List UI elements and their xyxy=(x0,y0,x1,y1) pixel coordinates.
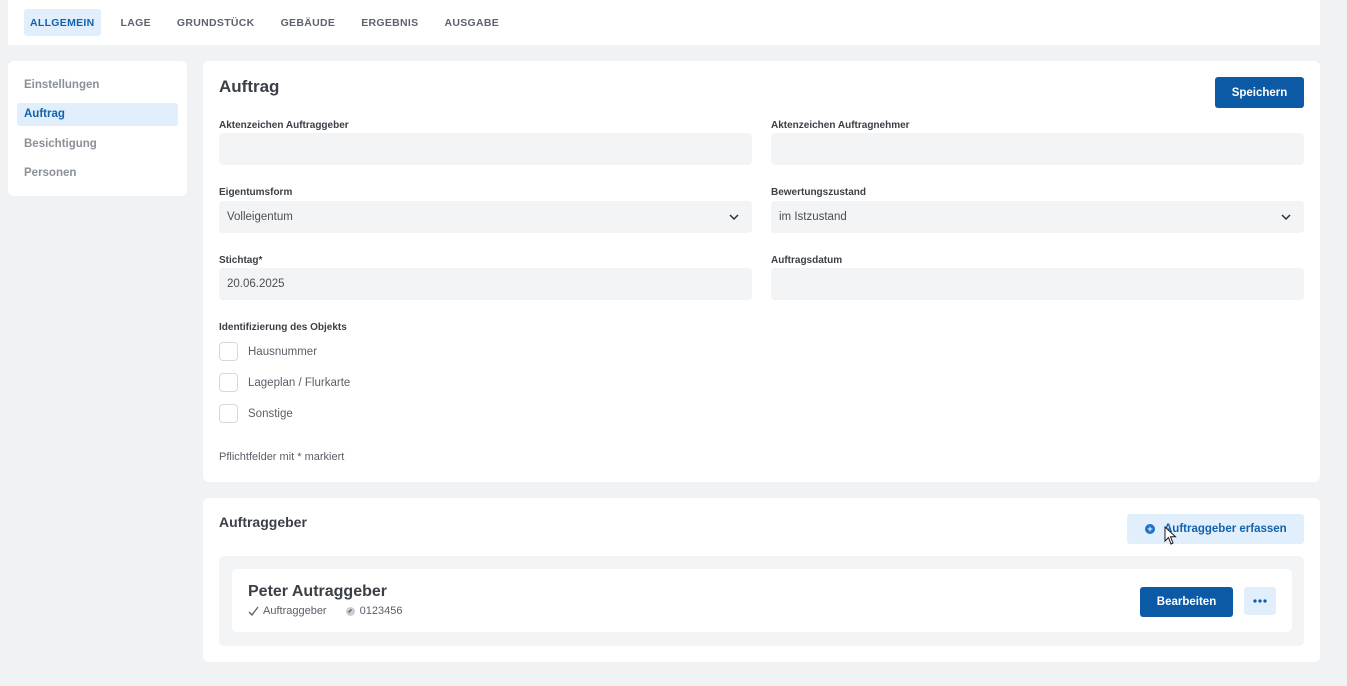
tab-ausgabe[interactable]: AUSGABE xyxy=(438,9,505,36)
eigentumsform-value: Volleigentum xyxy=(227,211,293,223)
list-item: Peter Autraggeber Auftraggeber 0123456 B… xyxy=(232,569,1292,632)
sidebar-item-besichtigung[interactable]: Besichtigung xyxy=(17,132,178,155)
auftraggeber-title: Auftraggeber xyxy=(219,514,307,530)
auftragsdatum-input[interactable] xyxy=(771,268,1304,300)
add-auftraggeber-button[interactable]: + Auftraggeber erfassen xyxy=(1127,514,1304,544)
lageplan-label: Lageplan / Flurkarte xyxy=(248,376,351,389)
bewertungszustand-label: Bewertungszustand xyxy=(771,187,867,198)
stichtag-value: 20.06.2025 xyxy=(227,278,285,290)
checkbox-row-sonstige: Sonstige xyxy=(219,404,293,423)
required-hint: Pflichtfelder mit * markiert xyxy=(219,451,345,463)
identifizierung-label: Identifizierung des Objekts xyxy=(219,322,347,333)
auftraggeber-card: Auftraggeber + Auftraggeber erfassen Pet… xyxy=(203,498,1320,662)
person-meta: Auftraggeber 0123456 xyxy=(248,605,402,617)
bewertungszustand-value: im Istzustand xyxy=(779,211,847,223)
sidebar-item-auftrag[interactable]: Auftrag xyxy=(17,102,178,126)
person-role: Auftraggeber xyxy=(263,605,327,617)
chevron-down-icon xyxy=(1281,214,1291,221)
mouse-cursor-icon xyxy=(1164,526,1177,545)
eigentumsform-select[interactable]: Volleigentum xyxy=(219,201,752,233)
hausnummer-checkbox[interactable] xyxy=(219,342,238,361)
stichtag-input[interactable]: 20.06.2025 xyxy=(219,268,752,300)
aktenzeichen-auftraggeber-input[interactable] xyxy=(219,133,752,165)
aktenzeichen-auftraggeber-label: Aktenzeichen Auftraggeber xyxy=(219,120,349,131)
aktenzeichen-auftragnehmer-label: Aktenzeichen Auftragnehmer xyxy=(771,120,910,131)
edit-button[interactable]: Bearbeiten xyxy=(1140,587,1233,617)
chevron-down-icon xyxy=(729,214,739,221)
checkbox-row-hausnummer: Hausnummer xyxy=(219,342,317,361)
hausnummer-label: Hausnummer xyxy=(248,345,318,358)
save-button[interactable]: Speichern xyxy=(1215,77,1304,108)
lageplan-checkbox[interactable] xyxy=(219,373,238,392)
tab-lage[interactable]: LAGE xyxy=(115,9,157,36)
more-options-button[interactable] xyxy=(1244,587,1276,615)
stichtag-label: Stichtag* xyxy=(219,255,263,266)
auftrag-card: Auftrag Speichern Aktenzeichen Auftragge… xyxy=(203,61,1320,482)
checkmark-icon xyxy=(248,606,259,616)
auftraggeber-list: Peter Autraggeber Auftraggeber 0123456 B… xyxy=(219,556,1304,646)
sonstige-label: Sonstige xyxy=(248,407,293,420)
more-horizontal-icon xyxy=(1253,599,1267,603)
add-auftraggeber-label: Auftraggeber erfassen xyxy=(1164,523,1287,535)
tab-allgemein[interactable]: ALLGEMEIN xyxy=(24,9,101,36)
bewertungszustand-select[interactable]: im Istzustand xyxy=(771,201,1304,233)
tab-grundstueck[interactable]: GRUNDSTÜCK xyxy=(171,9,261,36)
eigentumsform-label: Eigentumsform xyxy=(219,187,293,198)
sidebar-item-einstellungen[interactable]: Einstellungen xyxy=(17,73,178,96)
person-number: 0123456 xyxy=(359,605,403,617)
aktenzeichen-auftragnehmer-input[interactable] xyxy=(771,133,1304,165)
auftragsdatum-label: Auftragsdatum xyxy=(771,255,843,266)
phone-icon xyxy=(345,606,355,616)
plus-circle-icon: + xyxy=(1145,524,1155,534)
tab-ergebnis[interactable]: ERGEBNIS xyxy=(355,9,424,36)
checkbox-row-lageplan: Lageplan / Flurkarte xyxy=(219,373,350,392)
sidebar-item-personen[interactable]: Personen xyxy=(17,162,178,185)
person-name: Peter Autraggeber xyxy=(248,583,387,600)
sonstige-checkbox[interactable] xyxy=(219,404,238,423)
auftrag-title: Auftrag xyxy=(219,77,280,96)
top-tab-bar: ALLGEMEIN LAGE GRUNDSTÜCK GEBÄUDE ERGEBN… xyxy=(8,0,1320,45)
tab-gebaeude[interactable]: GEBÄUDE xyxy=(275,9,342,36)
sidebar: Einstellungen Auftrag Besichtigung Perso… xyxy=(8,61,187,196)
